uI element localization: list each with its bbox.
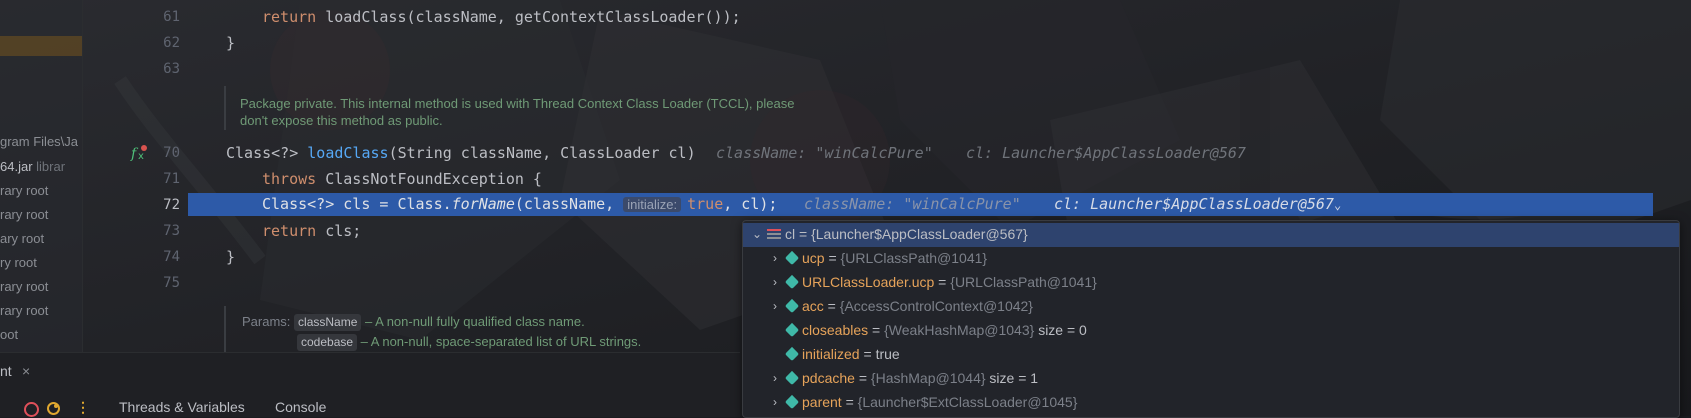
code-line-74: }	[226, 248, 236, 266]
debug-tool-window: nt × ⋮ Threads & Variables Console	[0, 352, 740, 417]
chevron-down-icon[interactable]: ⌄	[1334, 198, 1341, 212]
chevron-right-icon[interactable]: ›	[767, 275, 783, 289]
more-options-icon[interactable]: ⋮	[76, 399, 90, 416]
mute-breakpoints-icon[interactable]	[46, 401, 61, 416]
doc-comment-bar	[224, 86, 226, 130]
tab-threads-variables[interactable]: Threads & Variables	[119, 399, 245, 415]
code-line-72: Class<?> cls = Class.forName(className, …	[262, 195, 778, 213]
code-line-62: }	[226, 34, 236, 52]
inline-debug-value-expandable[interactable]: cl: Launcher$AppClassLoader@567⌄	[1054, 195, 1341, 213]
variable-row[interactable]: › ucp = {URLClassPath@1041}	[743, 247, 1679, 271]
inline-debug-value: className: "winCalcPure"	[716, 144, 933, 162]
tool-window-title: nt	[0, 363, 12, 379]
parameter-hint: initialize:	[623, 197, 682, 212]
field-icon	[784, 274, 800, 290]
chevron-down-icon[interactable]: ⌄	[749, 227, 765, 241]
variable-row[interactable]: › parent = {Launcher$ExtClassLoader@1045…	[743, 391, 1679, 415]
field-icon	[784, 298, 800, 314]
doc-comment: Package private. This internal method is…	[240, 96, 795, 128]
field-icon	[784, 394, 800, 410]
variable-row-root[interactable]: ⌄ cl = {Launcher$AppClassLoader@567}	[743, 223, 1679, 247]
close-icon[interactable]: ×	[22, 363, 30, 379]
chevron-right-icon[interactable]: ›	[767, 371, 783, 385]
variable-row[interactable]: › URLClassLoader.ucp = {URLClassPath@104…	[743, 271, 1679, 295]
field-icon	[784, 322, 800, 338]
code-line-70: Class<?> loadClass(String className, Cla…	[226, 144, 696, 162]
object-icon	[767, 229, 781, 239]
chevron-right-icon[interactable]: ›	[767, 251, 783, 265]
chevron-right-icon[interactable]: ›	[767, 395, 783, 409]
field-icon	[784, 346, 800, 362]
inline-debug-value: className: "winCalcPure"	[804, 195, 1021, 213]
tab-console[interactable]: Console	[275, 399, 326, 415]
variable-row[interactable]: initialized = true	[743, 343, 1679, 367]
code-line-73: return cls;	[262, 222, 362, 240]
variable-row[interactable]: closeables = {WeakHashMap@1043} size = 0	[743, 319, 1679, 343]
code-line-61: return loadClass(className, getContextCl…	[262, 8, 741, 26]
field-icon	[784, 370, 800, 386]
chevron-right-icon[interactable]: ›	[767, 299, 783, 313]
variable-row[interactable]: › acc = {AccessControlContext@1042}	[743, 295, 1679, 319]
code-line-71: throws ClassNotFoundException {	[262, 170, 542, 188]
variables-popup[interactable]: ⌄ cl = {Launcher$AppClassLoader@567} › u…	[742, 220, 1680, 418]
inline-debug-value: cl: Launcher$AppClassLoader@567	[966, 144, 1246, 162]
field-icon	[784, 250, 800, 266]
doc-comment-bar	[224, 306, 226, 352]
variable-row[interactable]: › pdcache = {HashMap@1044} size = 1	[743, 367, 1679, 391]
doc-params: Params: className – A non-null fully qua…	[242, 314, 642, 351]
stop-record-icon[interactable]	[24, 402, 39, 417]
